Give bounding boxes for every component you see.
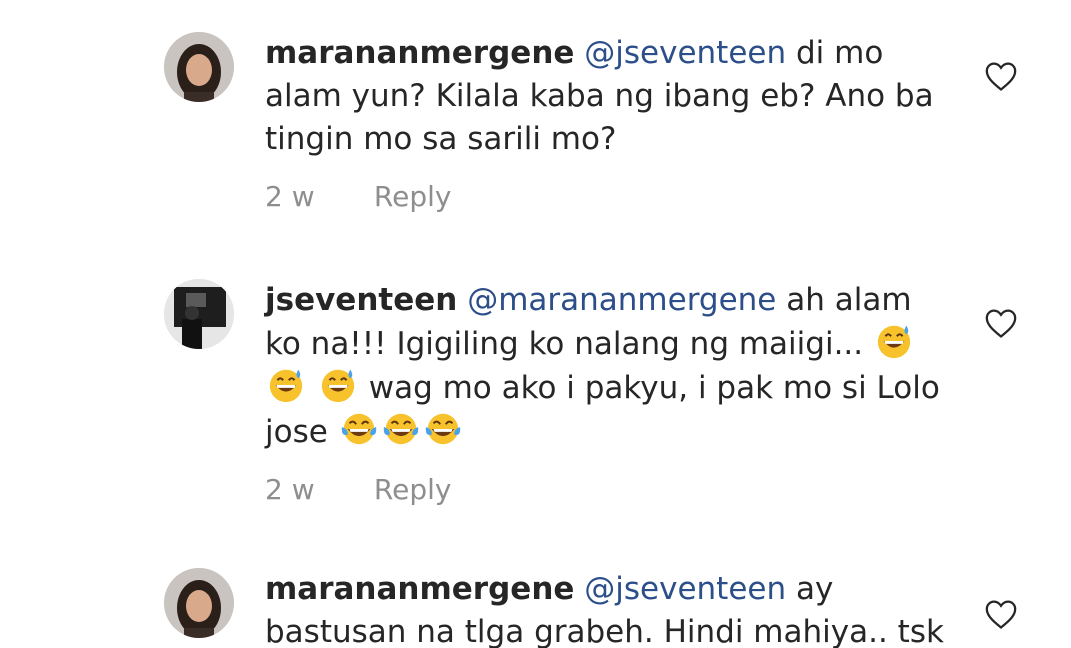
comment-username[interactable]: jseventeen xyxy=(265,282,457,318)
comment-meta: 2 w Reply xyxy=(265,177,945,217)
grinning-sweat-emoji-icon xyxy=(269,369,303,403)
comment-body: marananmergene @jseventeen ay bastusan n… xyxy=(265,568,945,648)
heart-outline-icon[interactable] xyxy=(984,598,1018,630)
profile-photo-woman-icon xyxy=(164,32,234,102)
comment-body: jseventeen @marananmergene ah alam ko na… xyxy=(265,279,945,510)
tears-of-joy-emoji-icon xyxy=(383,413,418,445)
comment-username[interactable]: marananmergene xyxy=(265,35,574,71)
comment-text: marananmergene @jseventeen ay bastusan n… xyxy=(265,568,945,648)
avatar[interactable] xyxy=(164,279,234,349)
heart-outline-icon[interactable] xyxy=(984,307,1018,339)
reply-button[interactable]: Reply xyxy=(374,177,452,217)
comment-username[interactable]: marananmergene xyxy=(265,571,574,607)
comment-mention[interactable]: @marananmergene xyxy=(467,282,776,318)
avatar[interactable] xyxy=(164,32,234,102)
avatar[interactable] xyxy=(164,568,234,638)
tears-of-joy-emoji-icon xyxy=(341,413,376,445)
comment-body: marananmergene @jseventeen di mo alam yu… xyxy=(265,32,945,217)
comment-time: 2 w xyxy=(265,180,315,213)
comment-meta: 2 w Reply xyxy=(265,470,945,510)
grinning-sweat-emoji-icon xyxy=(321,369,355,403)
tears-of-joy-emoji-icon xyxy=(425,413,460,445)
profile-photo-dark-icon xyxy=(164,279,234,349)
comment-text: jseventeen @marananmergene ah alam ko na… xyxy=(265,279,945,454)
comment-time: 2 w xyxy=(265,473,315,506)
reply-button[interactable]: Reply xyxy=(374,470,452,510)
heart-outline-icon[interactable] xyxy=(984,60,1018,92)
comment-mention[interactable]: @jseventeen xyxy=(584,571,786,607)
comment-mention[interactable]: @jseventeen xyxy=(584,35,786,71)
comment-text: marananmergene @jseventeen di mo alam yu… xyxy=(265,32,945,161)
grinning-sweat-emoji-icon xyxy=(877,325,911,359)
profile-photo-woman-icon xyxy=(164,568,234,638)
